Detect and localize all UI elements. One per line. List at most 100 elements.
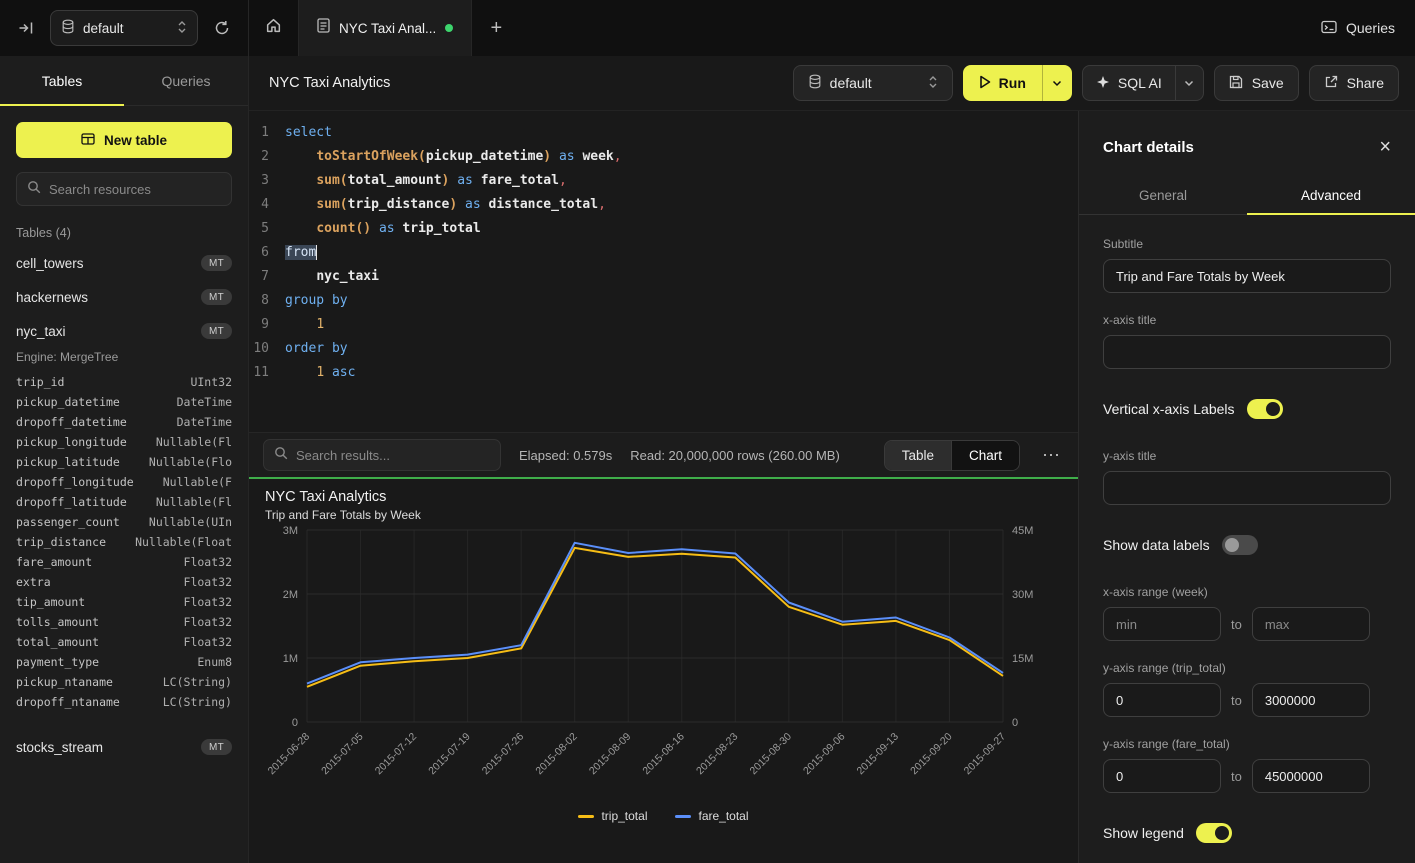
queries-button-label: Queries [1346, 20, 1395, 36]
table-row-nyc_taxi[interactable]: nyc_taxiMT [0, 314, 248, 348]
column-row-fare_amount[interactable]: fare_amountFloat32 [0, 552, 248, 572]
line-code: toStartOfWeek(pickup_datetime) as week, [285, 145, 622, 169]
view-toggle-table[interactable]: Table [885, 441, 951, 470]
legend-swatch [675, 815, 691, 818]
svg-text:1M: 1M [283, 653, 298, 665]
line-code: 1 asc [285, 361, 355, 385]
svg-text:2015-08-09: 2015-08-09 [587, 731, 634, 778]
column-row-pickup_datetime[interactable]: pickup_datetimeDateTime [0, 392, 248, 412]
home-tab[interactable] [249, 0, 299, 56]
refresh-icon[interactable] [210, 16, 234, 40]
column-row-dropoff_ntaname[interactable]: dropoff_ntanameLC(String) [0, 692, 248, 712]
show-legend-toggle[interactable] [1196, 823, 1232, 843]
results-search[interactable] [263, 439, 501, 471]
line-code: 1 [285, 313, 324, 337]
play-icon [979, 75, 991, 92]
column-type: Float32 [184, 615, 232, 629]
results-chart[interactable]: 2015-06-282015-07-052015-07-122015-07-19… [265, 522, 1065, 804]
table-row-cell_towers[interactable]: cell_towersMT [0, 246, 248, 280]
share-button[interactable]: Share [1309, 65, 1399, 101]
chevron-updown-icon [177, 20, 187, 37]
x-range-max-input[interactable] [1252, 607, 1370, 641]
queries-button[interactable]: Queries [1321, 20, 1395, 37]
x-range-min-input[interactable] [1103, 607, 1221, 641]
engine-badge: MT [201, 289, 232, 305]
svg-text:2015-07-26: 2015-07-26 [480, 731, 527, 778]
y-range-fare-max-input[interactable] [1252, 759, 1370, 793]
editor-line-6[interactable]: 6from [249, 241, 1078, 265]
view-toggle-chart[interactable]: Chart [951, 441, 1019, 470]
run-database-selector[interactable]: default [793, 65, 953, 101]
new-tab-button[interactable]: + [472, 0, 520, 56]
column-row-trip_id[interactable]: trip_idUInt32 [0, 372, 248, 392]
column-row-dropoff_datetime[interactable]: dropoff_datetimeDateTime [0, 412, 248, 432]
legend-item-fare_total[interactable]: fare_total [675, 809, 748, 823]
save-icon [1229, 75, 1243, 92]
table-row-hackernews[interactable]: hackernewsMT [0, 280, 248, 314]
svg-text:15M: 15M [1012, 653, 1033, 665]
database-selector[interactable]: default [50, 10, 198, 46]
editor-line-4[interactable]: 4 sum(trip_distance) as distance_total, [249, 193, 1078, 217]
run-button[interactable]: Run [963, 65, 1042, 101]
y-range-trip-min-input[interactable] [1103, 683, 1221, 717]
column-row-trip_distance[interactable]: trip_distanceNullable(Float [0, 532, 248, 552]
table-row-stocks_stream[interactable]: stocks_streamMT [0, 730, 248, 764]
legend-item-trip_total[interactable]: trip_total [578, 809, 647, 823]
resource-search-input[interactable] [49, 182, 221, 197]
subtitle-input[interactable] [1103, 259, 1391, 293]
y-axis-title-input[interactable] [1103, 471, 1391, 505]
y-range-trip-max-input[interactable] [1252, 683, 1370, 717]
new-table-button[interactable]: New table [16, 122, 232, 158]
resource-search[interactable] [16, 172, 232, 206]
column-row-dropoff_latitude[interactable]: dropoff_latitudeNullable(Fl [0, 492, 248, 512]
sidebar-tab-tables[interactable]: Tables [0, 56, 124, 105]
column-row-payment_type[interactable]: payment_typeEnum8 [0, 652, 248, 672]
collapse-sidebar-icon[interactable] [14, 16, 38, 40]
column-row-tolls_amount[interactable]: tolls_amountFloat32 [0, 612, 248, 632]
sql-ai-button[interactable]: SQL AI [1083, 66, 1175, 100]
tab-nyc-taxi-analytics[interactable]: NYC Taxi Anal... [299, 0, 472, 56]
column-row-pickup_ntaname[interactable]: pickup_ntanameLC(String) [0, 672, 248, 692]
column-name: trip_distance [16, 535, 106, 549]
vertical-x-toggle[interactable] [1247, 399, 1283, 419]
column-name: total_amount [16, 635, 99, 649]
run-options-caret[interactable] [1042, 65, 1072, 101]
svg-text:30M: 30M [1012, 589, 1033, 601]
more-options-icon[interactable]: ⋯ [1038, 445, 1064, 466]
editor-line-1[interactable]: 1select [249, 121, 1078, 145]
x-axis-title-input[interactable] [1103, 335, 1391, 369]
column-row-pickup_longitude[interactable]: pickup_longitudeNullable(Fl [0, 432, 248, 452]
table-name: nyc_taxi [16, 324, 66, 339]
results-search-input[interactable] [296, 448, 490, 463]
save-button[interactable]: Save [1214, 65, 1299, 101]
column-row-tip_amount[interactable]: tip_amountFloat32 [0, 592, 248, 612]
sidebar-tab-queries[interactable]: Queries [124, 56, 248, 105]
tab-general[interactable]: General [1079, 177, 1247, 214]
column-row-pickup_latitude[interactable]: pickup_latitudeNullable(Flo [0, 452, 248, 472]
editor-line-5[interactable]: 5 count() as trip_total [249, 217, 1078, 241]
sql-editor[interactable]: 1select2 toStartOfWeek(pickup_datetime) … [249, 111, 1078, 432]
column-row-passenger_count[interactable]: passenger_countNullable(UIn [0, 512, 248, 532]
svg-text:2015-08-23: 2015-08-23 [694, 731, 741, 778]
editor-line-10[interactable]: 10order by [249, 337, 1078, 361]
column-row-extra[interactable]: extraFloat32 [0, 572, 248, 592]
editor-line-7[interactable]: 7 nyc_taxi [249, 265, 1078, 289]
close-icon[interactable]: × [1379, 137, 1391, 157]
column-row-total_amount[interactable]: total_amountFloat32 [0, 632, 248, 652]
column-list: trip_idUInt32pickup_datetimeDateTimedrop… [0, 372, 248, 722]
sql-ai-caret[interactable] [1175, 66, 1203, 100]
editor-line-8[interactable]: 8group by [249, 289, 1078, 313]
y-range-fare-min-input[interactable] [1103, 759, 1221, 793]
editor-line-3[interactable]: 3 sum(total_amount) as fare_total, [249, 169, 1078, 193]
tab-advanced[interactable]: Advanced [1247, 177, 1415, 214]
data-labels-toggle[interactable] [1222, 535, 1258, 555]
editor-line-11[interactable]: 11 1 asc [249, 361, 1078, 385]
column-row-dropoff_longitude[interactable]: dropoff_longitudeNullable(F [0, 472, 248, 492]
topbar-left: default [0, 0, 249, 56]
editor-line-9[interactable]: 9 1 [249, 313, 1078, 337]
table-icon [81, 133, 95, 148]
sidebar-tabs: Tables Queries [0, 56, 248, 106]
editor-line-2[interactable]: 2 toStartOfWeek(pickup_datetime) as week… [249, 145, 1078, 169]
line-number: 2 [249, 145, 285, 169]
svg-text:2015-08-02: 2015-08-02 [533, 731, 580, 778]
